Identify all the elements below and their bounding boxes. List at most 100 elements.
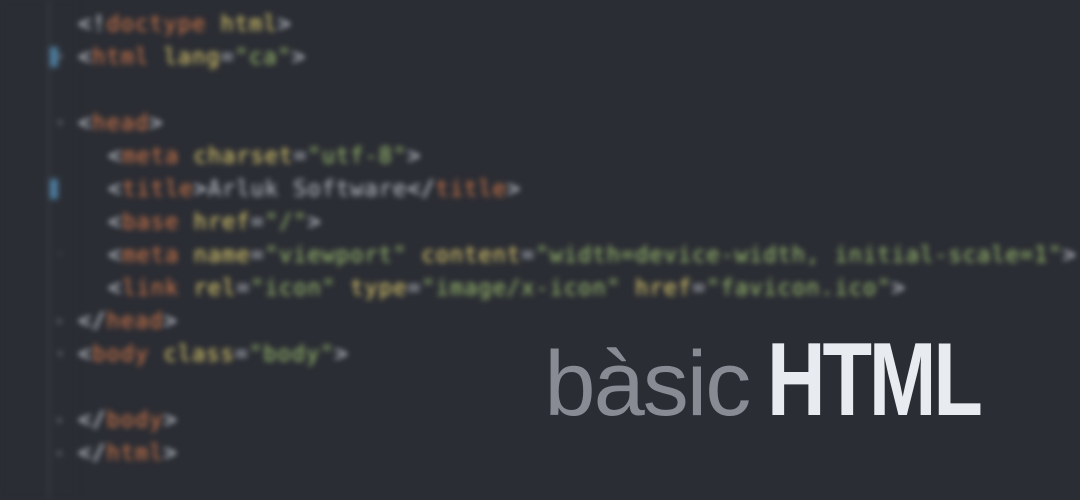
code-token: rel: [193, 276, 236, 301]
code-token: type: [350, 276, 407, 301]
code-token: =: [220, 45, 234, 70]
line-number: [0, 437, 48, 470]
code-line[interactable]: <html lang="ca">: [78, 41, 1080, 74]
code-token: </: [78, 309, 107, 334]
line-number: [0, 8, 48, 41]
code-token: =: [521, 243, 535, 268]
code-token: base: [122, 210, 193, 235]
line-number: [0, 74, 48, 107]
code-token: <: [108, 276, 122, 301]
code-token: >: [334, 342, 348, 367]
code-token: <: [108, 243, 122, 268]
code-token: meta: [122, 144, 193, 169]
code-token: =: [250, 210, 264, 235]
fold-marker-icon[interactable]: ▸: [56, 447, 68, 459]
code-token: >: [277, 12, 291, 37]
code-token: <: [78, 111, 92, 136]
code-token: =: [235, 342, 249, 367]
code-token: "viewport": [265, 243, 422, 268]
code-line[interactable]: [78, 74, 1080, 107]
line-number: [0, 206, 48, 239]
code-token: Arluk Software: [208, 177, 407, 202]
code-token: title: [436, 177, 507, 202]
code-token: doctype: [107, 12, 221, 37]
line-number: [0, 41, 48, 74]
line-number: [0, 272, 48, 305]
code-token: link: [122, 276, 193, 301]
code-token: >: [892, 276, 906, 301]
code-token: >: [163, 309, 177, 334]
line-number: [0, 404, 48, 437]
code-token: >: [193, 177, 207, 202]
change-marker: [50, 179, 58, 199]
line-number-gutter: [0, 0, 50, 500]
code-token: href: [635, 276, 692, 301]
code-token: "/": [265, 210, 308, 235]
code-token: <: [108, 144, 122, 169]
code-line[interactable]: <!doctype html>: [78, 8, 1080, 41]
code-line[interactable]: </html>: [78, 437, 1080, 470]
change-marker: [50, 47, 58, 67]
code-token: html: [220, 12, 277, 37]
code-token: lang: [163, 45, 220, 70]
fold-marker-icon[interactable]: ·: [56, 249, 68, 261]
code-editor: ▾▾·▸▾▸▸ <!doctype html><html lang="ca"><…: [0, 0, 1080, 500]
code-token: href: [193, 210, 250, 235]
code-token: head: [107, 309, 164, 334]
code-area[interactable]: <!doctype html><html lang="ca"><head><me…: [78, 0, 1080, 500]
code-token: <!: [78, 12, 107, 37]
code-token: "image/x-icon": [421, 276, 635, 301]
code-line[interactable]: </head>: [78, 305, 1080, 338]
code-line[interactable]: <body class="body">: [78, 338, 1080, 371]
code-token: html: [107, 441, 164, 466]
code-token: >: [163, 408, 177, 433]
code-token: "favicon.ico": [706, 276, 891, 301]
fold-marker-icon[interactable]: ▸: [56, 315, 68, 327]
code-token: =: [250, 243, 264, 268]
code-token: "ca": [235, 45, 292, 70]
line-number: [0, 140, 48, 173]
code-token: >: [292, 45, 306, 70]
code-token: >: [163, 441, 177, 466]
code-token: "body": [249, 342, 334, 367]
code-token: html: [92, 45, 163, 70]
code-token: >: [507, 177, 521, 202]
code-line[interactable]: <base href="/">: [78, 206, 1080, 239]
code-token: "utf-8": [307, 144, 407, 169]
code-line[interactable]: <link rel="icon" type="image/x-icon" hre…: [78, 272, 1080, 305]
code-line[interactable]: <title>Arluk Software</title>: [78, 173, 1080, 206]
code-token: <: [78, 45, 92, 70]
code-token: body: [92, 342, 163, 367]
code-token: </: [78, 441, 107, 466]
code-line[interactable]: <head>: [78, 107, 1080, 140]
code-line[interactable]: <meta name="viewport" content="width=dev…: [78, 239, 1080, 272]
code-token: content: [421, 243, 521, 268]
line-number: [0, 338, 48, 371]
code-token: charset: [193, 144, 293, 169]
line-number: [0, 371, 48, 404]
code-token: =: [692, 276, 706, 301]
code-token: >: [1062, 243, 1076, 268]
code-token: meta: [122, 243, 193, 268]
code-token: =: [293, 144, 307, 169]
code-token: "width=device-width, initial-scale=1": [535, 243, 1062, 268]
code-line[interactable]: <meta charset="utf-8">: [78, 140, 1080, 173]
code-line[interactable]: [78, 371, 1080, 404]
code-token: class: [163, 342, 234, 367]
code-token: >: [149, 111, 163, 136]
code-token: title: [122, 177, 193, 202]
line-number: [0, 107, 48, 140]
code-token: =: [407, 276, 421, 301]
code-token: =: [236, 276, 250, 301]
fold-marker-icon[interactable]: ▾: [56, 348, 68, 360]
code-token: name: [193, 243, 250, 268]
fold-marker-icon[interactable]: ▸: [56, 414, 68, 426]
code-token: <: [78, 342, 92, 367]
code-token: </: [407, 177, 436, 202]
line-number: [0, 239, 48, 272]
line-number: [0, 173, 48, 206]
code-line[interactable]: </body>: [78, 404, 1080, 437]
fold-marker-icon[interactable]: ▾: [56, 117, 68, 129]
code-token: "icon": [250, 276, 350, 301]
code-token: body: [107, 408, 164, 433]
